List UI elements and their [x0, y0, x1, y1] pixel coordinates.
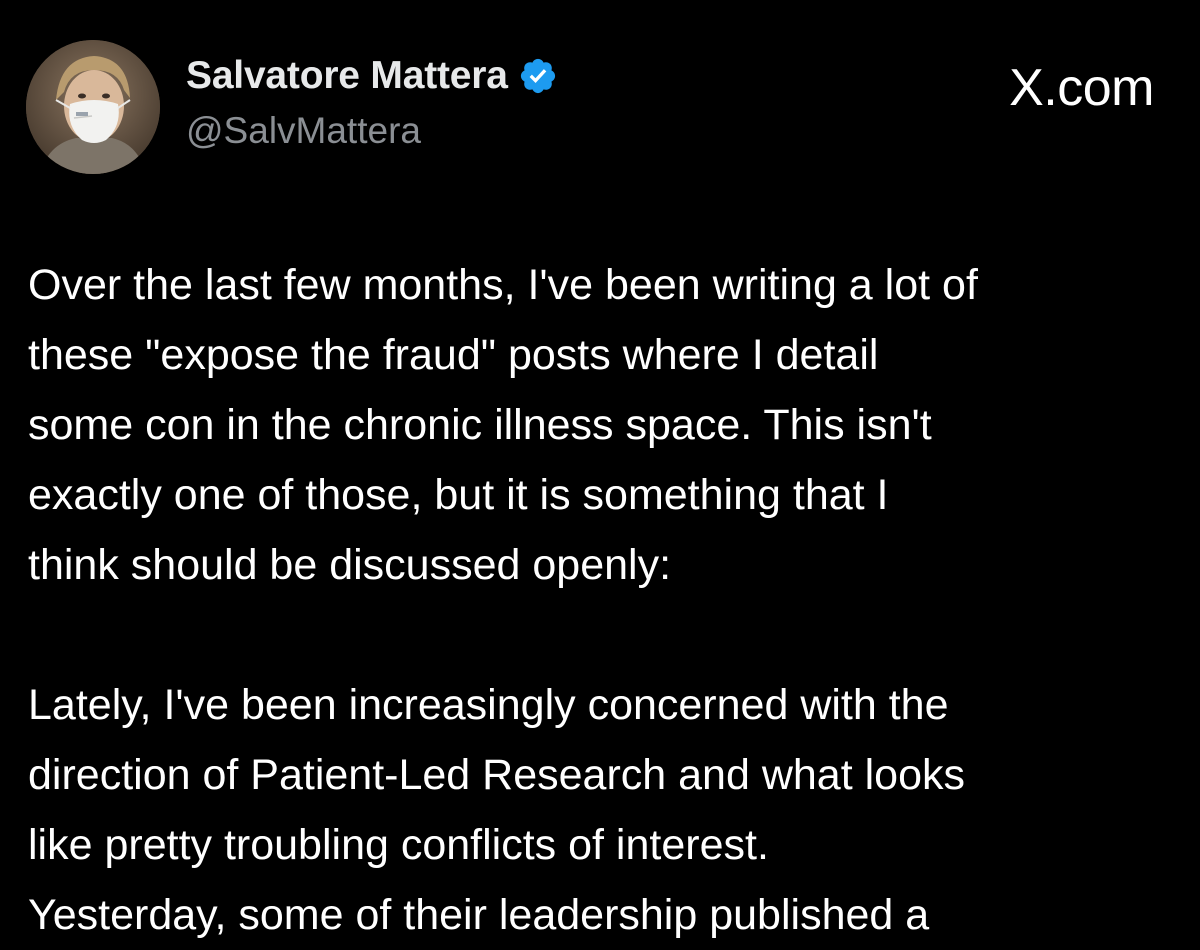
author-name[interactable]: Salvatore Mattera	[186, 54, 508, 98]
post-text-line: these "expose the fraud" posts where I d…	[28, 331, 879, 379]
post-text-line: Yesterday, some of their leadership publ…	[28, 891, 930, 939]
author-name-row: Salvatore Mattera	[186, 52, 558, 100]
post-text-line: Lately, I've been increasingly concerned…	[28, 681, 949, 729]
post-text-line: like pretty troubling conflicts of inter…	[28, 821, 769, 869]
avatar[interactable]	[26, 40, 160, 174]
author-handle[interactable]: @SalvMattera	[186, 110, 421, 152]
post-body: Over the last few months, I've been writ…	[28, 250, 1188, 950]
verified-badge-icon	[518, 56, 558, 96]
avatar-photo	[26, 40, 160, 174]
post-text-line: think should be discussed openly:	[28, 541, 672, 589]
post-text-line: direction of Patient-Led Research and wh…	[28, 751, 965, 799]
post-text-line: Over the last few months, I've been writ…	[28, 261, 978, 309]
post-text-line: exactly one of those, but it is somethin…	[28, 471, 889, 519]
source-label: X.com	[1009, 59, 1154, 117]
post-text-line: some con in the chronic illness space. T…	[28, 401, 932, 449]
